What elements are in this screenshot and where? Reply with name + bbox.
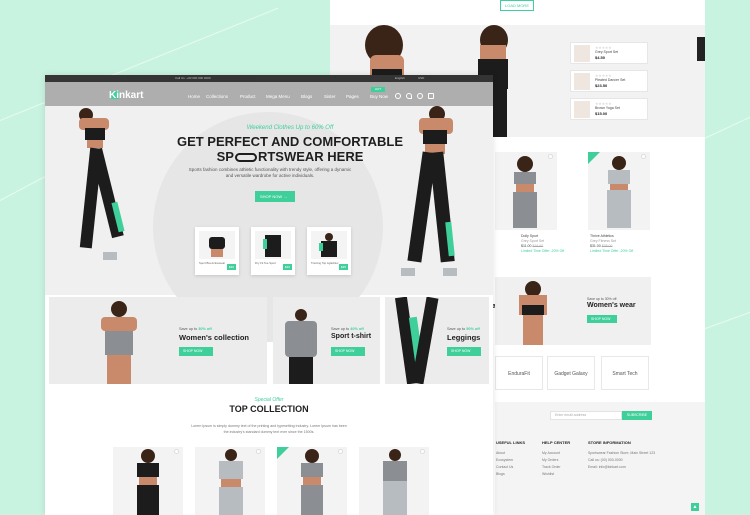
price-badge: $30	[227, 264, 236, 270]
currency-select[interactable]: USD	[418, 76, 424, 80]
product-thumbnail	[574, 101, 590, 118]
cart-icon[interactable]	[428, 93, 434, 99]
front-page-screenshot: Call Us: +00 000 000 0000 English USD Ki…	[45, 75, 493, 515]
wishlist-icon[interactable]	[174, 449, 179, 454]
product-image	[199, 231, 235, 259]
back-to-top-button[interactable]: ▲	[691, 503, 699, 511]
brand-logo[interactable]: Smart Tech	[601, 356, 649, 390]
product-price: $4.50	[595, 55, 606, 60]
product-info: Dolly Sport Grey Sport Set $11.00 $16.00…	[521, 234, 565, 253]
category-banner-leggings[interactable]: Save up to 50% off Leggings SHOP NOW	[385, 297, 489, 384]
nav-item-collections[interactable]: Collections	[206, 94, 228, 99]
o-pill-icon	[234, 153, 257, 163]
footer-link[interactable]: Contact Us	[496, 464, 525, 471]
wishlist-icon[interactable]	[338, 449, 343, 454]
footer-link[interactable]: Blogs	[496, 471, 525, 478]
collection-product-card[interactable]	[113, 447, 183, 515]
category-title: Leggings	[447, 333, 481, 342]
price-badge: $40	[283, 264, 292, 270]
logo[interactable]: Kinkart	[109, 90, 143, 101]
nav-item-product[interactable]: Product	[240, 94, 256, 99]
product-price: $23.50	[595, 83, 608, 88]
hero-description: Sports fashion combines athletic functio…	[188, 167, 352, 178]
footer-link[interactable]: Wishlist	[542, 471, 570, 478]
hero-product-card[interactable]: Dry Fit Tee Sport $40	[251, 227, 295, 275]
section-description: Lorem Ipsum is simply dummy text of the …	[191, 424, 347, 434]
nav-item-buy-now[interactable]: Buy Now	[370, 94, 388, 99]
product-info: Thrive Athletics Grey Fitness Set $31.00…	[590, 234, 634, 253]
brand-logo[interactable]: EnduraFit	[495, 356, 543, 390]
hero-title: GET PERFECT AND COMFORTABLE SP RTSWEAR HE…	[176, 134, 404, 164]
shop-now-button[interactable]: SHOP NOW	[587, 315, 617, 323]
nav-item-mega-menu[interactable]: Mega Menu	[266, 94, 290, 99]
subscribe-button[interactable]: SUBSCRIBE	[622, 411, 652, 420]
collection-product-card[interactable]	[277, 447, 347, 515]
category-banner-tshirt[interactable]: Save up to 40% off Sport t-shirt SHOP NO…	[273, 297, 380, 384]
hero-product-card[interactable]: Training Top AgileFlex $35	[307, 227, 351, 275]
category-title: Women's collection	[179, 333, 249, 342]
category-title: Sport t-shirt	[331, 333, 372, 340]
sale-ribbon	[588, 152, 600, 164]
section-subtitle: Special Offer	[254, 397, 284, 403]
mini-product-card[interactable]: ★★★★★ Grey Sport Set $4.50	[570, 42, 648, 64]
language-select[interactable]: English	[395, 76, 405, 80]
nav-item-pages[interactable]: Pages	[346, 94, 359, 99]
footer-link[interactable]: Track Order	[542, 464, 570, 471]
footer-link[interactable]: Ecosystem	[496, 457, 525, 464]
product-name: Pleated Dancer Set	[595, 78, 626, 82]
top-bar: Call Us: +00 000 000 0000 English USD	[45, 75, 493, 82]
footer-useful-links: USEFUL LINKS About Ecosystem Contact Us …	[496, 440, 526, 478]
product-image	[311, 231, 347, 259]
shop-now-button[interactable]: SHOP NOW	[331, 347, 365, 356]
background-line	[699, 302, 750, 331]
product-thumbnail	[574, 73, 590, 90]
product-thumbnail	[574, 45, 590, 62]
wishlist-icon[interactable]	[548, 154, 553, 159]
hero-shop-now-button[interactable]: SHOP NOW →	[255, 191, 295, 202]
collection-product-card[interactable]	[359, 447, 429, 515]
mini-product-card[interactable]: ★★★★★ Brown Yoga Set $15.00	[570, 98, 648, 120]
category-banner-womens[interactable]: Save up to 30% off Women's collection SH…	[49, 297, 267, 384]
wishlist-icon[interactable]	[256, 449, 261, 454]
newsletter-email-input[interactable]: Enter email address	[550, 411, 622, 420]
product-image	[255, 231, 291, 259]
banner-subtitle: Save up to 30% off	[587, 297, 617, 301]
product-card[interactable]	[495, 152, 557, 230]
product-card[interactable]	[588, 152, 650, 230]
wishlist-icon[interactable]	[641, 154, 646, 159]
background-line	[699, 106, 750, 141]
wishlist-icon[interactable]	[420, 449, 425, 454]
brand-logo[interactable]: Gadget Galaxy	[547, 356, 595, 390]
user-icon[interactable]	[417, 93, 423, 99]
product-name: Brown Yoga Set	[595, 106, 620, 110]
footer-link[interactable]: My Orders	[542, 457, 570, 464]
mini-product-card[interactable]: ★★★★★ Pleated Dancer Set $23.50	[570, 70, 648, 92]
side-tab[interactable]	[697, 37, 705, 61]
footer-link[interactable]: My Account	[542, 450, 570, 457]
nav-item-blogs[interactable]: Blogs	[301, 94, 312, 99]
product-name: Grey Sport Set	[595, 50, 619, 54]
heart-icon[interactable]	[406, 93, 412, 99]
price-badge: $35	[339, 264, 348, 270]
banner-title: Women's wear	[587, 302, 636, 309]
footer-help-center: HELP CENTER My Account My Orders Track O…	[542, 440, 571, 478]
nav-item-home[interactable]: Home	[188, 94, 200, 99]
hot-badge: HOT	[371, 87, 385, 92]
search-icon[interactable]	[395, 93, 401, 99]
shop-now-button[interactable]: SHOP NOW	[179, 347, 213, 356]
collection-product-card[interactable]	[195, 447, 265, 515]
hero-subtitle: Weekend Clothes Up to 60% Off	[246, 125, 334, 131]
section-title: TOP COLLECTION	[229, 404, 309, 414]
footer-link[interactable]: About	[496, 450, 525, 457]
arrow-right-icon: →	[283, 194, 288, 199]
product-price: $15.00	[595, 111, 608, 116]
shop-now-button[interactable]: SHOP NOW	[447, 347, 481, 356]
footer-store-info: STORE INFORMATION Sportswear Fashion Sto…	[588, 440, 656, 469]
nav-item-sister[interactable]: Sister	[324, 94, 336, 99]
load-more-button[interactable]: LOAD MORE	[500, 0, 534, 11]
promo-banner-womens-wear[interactable]: Save up to 30% off Women's wear SHOP NOW	[495, 277, 651, 345]
hero-product-card[interactable]: Sport Bra Activewear $30	[195, 227, 239, 275]
sale-ribbon	[277, 447, 289, 459]
